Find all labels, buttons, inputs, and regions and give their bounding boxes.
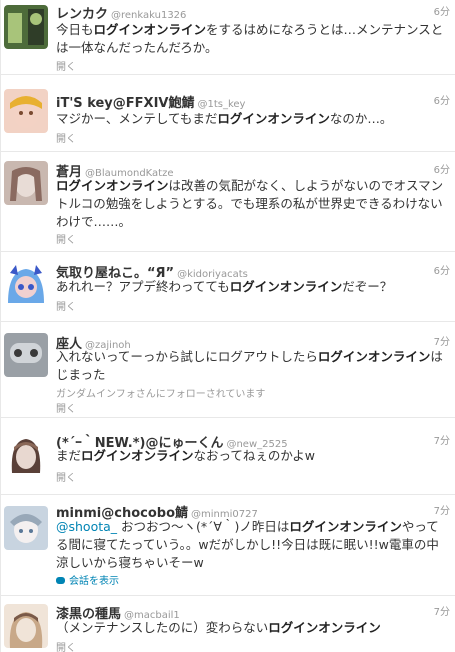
text-segment: なおってねぇのかよw	[193, 448, 316, 463]
avatar-image	[4, 89, 48, 133]
text-segment: マジかー、メンテしてもまだ	[56, 111, 218, 126]
tweet-item[interactable]: 漆黒の種馬 @macbail1 7分 （メンテナンスしたのに）変わらないログインオ…	[1, 596, 455, 652]
text-segment: あれれー？アプデ終わってても	[56, 279, 230, 294]
open-link[interactable]: 開く	[56, 400, 76, 415]
tweet-time[interactable]: 6分	[434, 3, 450, 18]
text-segment: 今日も	[56, 22, 94, 37]
highlight-term: ログインオンライン	[289, 519, 402, 534]
avatar-image	[4, 433, 48, 477]
tweet-item[interactable]: (*´ｰ｀NEW.*)@にゅーくん @new_2525 7分 まだログインオンライ…	[1, 418, 455, 495]
tweet-time[interactable]: 6分	[434, 92, 450, 107]
tweet-text: マジかー、メンテしてもまだログインオンラインなのか…。	[56, 110, 448, 128]
user-name[interactable]: iT'S key@FFXIV鮑鯖	[56, 96, 194, 111]
highlight-term: ログインオンライン	[217, 111, 330, 126]
tweet-time[interactable]: 7分	[434, 333, 450, 348]
tweet-time[interactable]: 7分	[434, 502, 450, 517]
highlight-term: ログインオンライン	[317, 349, 431, 364]
user-name[interactable]: レンカク	[56, 7, 108, 22]
tweet-text: @shoota_ おつおつ〜ヽ(*´∀｀)ノ昨日はログインオンラインやってる間に…	[56, 518, 448, 572]
text-segment: おつおつ〜ヽ(*´∀｀)ノ昨日は	[117, 519, 290, 534]
timeline: レンカク @renkaku1326 6分 今日もログインオンラインをするはめになろ…	[0, 0, 455, 652]
highlight-term: ログインオンライン	[81, 448, 194, 463]
highlight-term: ログインオンライン	[229, 279, 343, 294]
tweet-item[interactable]: 蒼月 @BlaumondKatze 6分 ログインオンラインは改善の気配がなく、し…	[1, 152, 455, 252]
open-link[interactable]: 開く	[56, 639, 76, 652]
avatar[interactable]	[4, 604, 48, 648]
tweet-text: あれれー？アプデ終わっててもログインオンラインだぞー？	[56, 278, 448, 296]
avatar[interactable]	[4, 333, 48, 377]
user-handle[interactable]: @1ts_key	[197, 99, 245, 110]
text-segment: だぞー？	[342, 279, 393, 294]
tweet-text: 今日もログインオンラインをするはめになろうとは…メンテナンスとは一体なんだったん…	[56, 21, 448, 57]
user-handle[interactable]: @renkaku1326	[111, 10, 186, 21]
avatar-image	[4, 161, 48, 205]
text-segment: 入れないってーっから試しにログアウトしたら	[56, 349, 318, 364]
open-link[interactable]: 開く	[56, 231, 76, 246]
follow-note: ガンダムインフォさんにフォローされています	[56, 389, 266, 400]
conversation-label: 会話を表示	[69, 576, 119, 587]
avatar[interactable]	[4, 5, 48, 49]
tweet-item[interactable]: レンカク @renkaku1326 6分 今日もログインオンラインをするはめになろ…	[1, 0, 455, 75]
tweet-text: （メンテナンスしたのに）変わらないログインオンライン	[56, 619, 448, 637]
avatar-image	[4, 263, 48, 307]
open-link[interactable]: 開く	[56, 298, 76, 313]
show-conversation-link[interactable]: 会話を表示	[56, 572, 119, 587]
mention-link[interactable]: @shoota_	[56, 519, 117, 534]
text-segment: なのか…。	[329, 111, 393, 126]
avatar-image	[4, 5, 48, 49]
avatar[interactable]	[4, 433, 48, 477]
open-link[interactable]: 開く	[56, 130, 76, 145]
tweet-item[interactable]: 気取り屋ねこ。“Я” @kidoriyacats 6分 あれれー？アプデ終わってて…	[1, 252, 455, 322]
tweet-item[interactable]: minmi@chocobo鯖 @minmi0727 7分 @shoota_ おつお…	[1, 495, 455, 596]
avatar-image	[4, 506, 48, 550]
tweet-text: ログインオンラインは改善の気配がなく、しようがないのでオスマントルコの勉強をしよ…	[56, 177, 448, 231]
tweet-item[interactable]: 座人 @zajinoh 7分 入れないってーっから試しにログアウトしたらログインオ…	[1, 322, 455, 418]
tweet-text: まだログインオンラインなおってねぇのかよw	[56, 447, 448, 465]
tweet-time[interactable]: 7分	[434, 603, 450, 618]
tweet-text: 入れないってーっから試しにログアウトしたらログインオンラインはじまった	[56, 348, 448, 384]
open-link[interactable]: 開く	[56, 58, 76, 73]
tweet-item[interactable]: iT'S key@FFXIV鮑鯖 @1ts_key 6分 マジかー、メンテしてもま…	[1, 75, 455, 152]
avatar[interactable]	[4, 263, 48, 307]
avatar[interactable]	[4, 89, 48, 133]
speech-bubble-icon	[56, 577, 65, 584]
avatar-image	[4, 604, 48, 648]
avatar-image	[4, 333, 48, 377]
tweet-time[interactable]: 6分	[434, 161, 450, 176]
text-segment: まだ	[56, 448, 82, 463]
tweet-time[interactable]: 6分	[434, 262, 450, 277]
highlight-term: ログインオンライン	[56, 178, 169, 193]
tweet-time[interactable]: 7分	[434, 432, 450, 447]
highlight-term: ログインオンライン	[268, 620, 381, 635]
open-link[interactable]: 開く	[56, 469, 76, 484]
avatar[interactable]	[4, 506, 48, 550]
highlight-term: ログインオンライン	[93, 22, 207, 37]
avatar[interactable]	[4, 161, 48, 205]
text-segment: （メンテナンスしたのに）変わらない	[56, 620, 269, 635]
